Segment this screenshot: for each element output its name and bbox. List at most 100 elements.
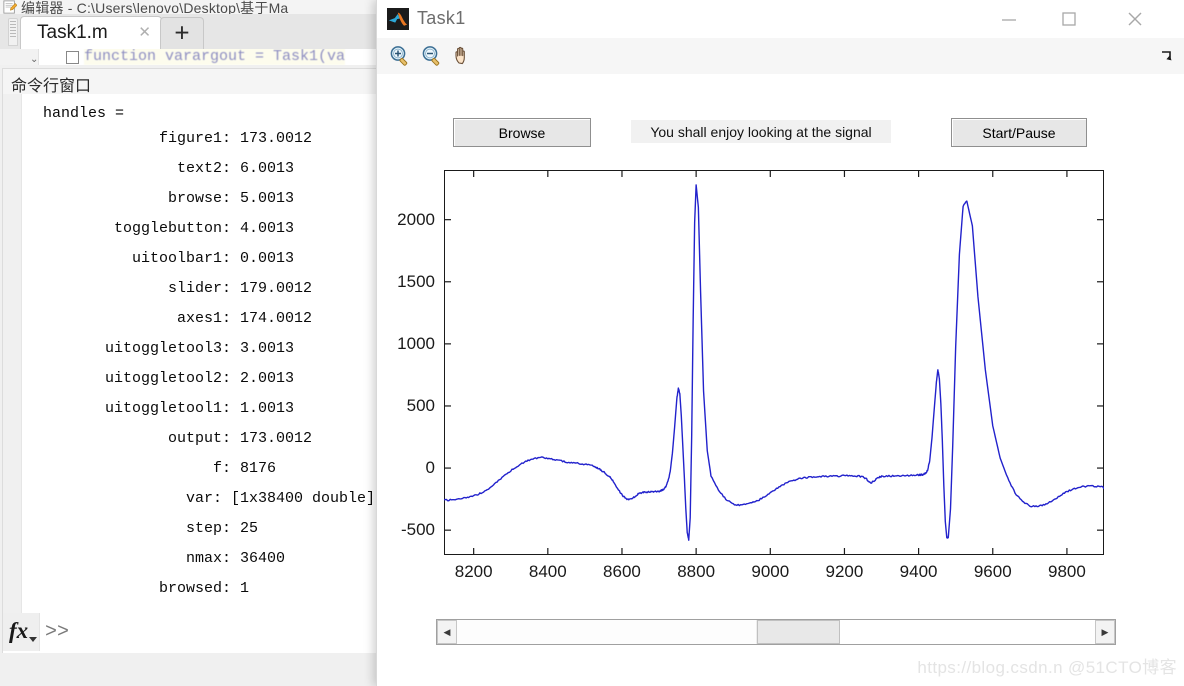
handles-field-value: 4.0013 bbox=[240, 220, 295, 237]
handles-field-value: 25 bbox=[240, 520, 259, 537]
figure-title-bar[interactable]: Task1 bbox=[377, 0, 1184, 39]
editor-document-icon bbox=[3, 0, 17, 14]
handles-field-value: 3.0013 bbox=[240, 340, 295, 357]
zoom-in-icon bbox=[390, 46, 408, 66]
handles-field-name: text2: bbox=[176, 160, 231, 177]
handles-field-name: uitoolbar1: bbox=[131, 250, 231, 267]
handles-row: uitoggletool2: 2.0013 bbox=[23, 371, 375, 401]
handles-field-name: figure1: bbox=[158, 130, 231, 147]
plus-icon: + bbox=[174, 17, 190, 48]
x-tick-label: 9200 bbox=[825, 562, 864, 581]
close-icon bbox=[1128, 12, 1142, 26]
signal-axes[interactable]: -500 0 500 1000 1500 2000 8200 8400 8600 8800 900… bbox=[397, 170, 1104, 581]
fx-button[interactable]: fx bbox=[3, 613, 40, 651]
chevron-right-icon: ▶ bbox=[1101, 626, 1109, 637]
fx-icon: fx bbox=[9, 618, 29, 643]
browse-button[interactable]: Browse bbox=[453, 118, 591, 147]
chevron-down-icon bbox=[29, 637, 37, 642]
y-tick-label: -500 bbox=[400, 520, 435, 540]
gutter-marker-icon: ⌄ bbox=[30, 54, 39, 65]
signal-trace bbox=[444, 185, 1104, 540]
watermark-text: https://blog.csdn.n @51CTO博客 bbox=[917, 658, 1177, 677]
handles-row: text2: 6.0013 bbox=[23, 161, 375, 191]
handles-row: f: 8176 bbox=[23, 461, 375, 491]
zoom-out-button[interactable] bbox=[419, 44, 445, 68]
command-window-gutter bbox=[3, 94, 22, 613]
dock-arrow-icon[interactable] bbox=[1159, 48, 1175, 64]
handles-field-name: axes1: bbox=[176, 310, 231, 327]
minimize-button[interactable] bbox=[981, 0, 1037, 38]
handles-row: figure1: 173.0012 bbox=[23, 131, 375, 161]
signal-plot bbox=[444, 170, 1104, 555]
hand-pan-icon bbox=[455, 46, 465, 65]
handles-row: step: 25 bbox=[23, 521, 375, 551]
zoom-in-button[interactable] bbox=[387, 44, 413, 68]
handles-field-value: 8176 bbox=[240, 460, 277, 477]
scrollbar-thumb[interactable] bbox=[756, 620, 840, 644]
handles-row: axes1: 174.0012 bbox=[23, 311, 375, 341]
chevron-left-icon: ◀ bbox=[443, 626, 451, 637]
handles-field-name: uitoggletool2: bbox=[104, 370, 231, 387]
command-window-output: handles = figure1: 173.0012 text2: 6.0013 br… bbox=[23, 106, 375, 611]
maximize-button[interactable] bbox=[1041, 0, 1097, 38]
handles-field-name: slider: bbox=[167, 280, 231, 297]
editor-tab-label: Task1.m bbox=[37, 22, 108, 43]
close-button[interactable] bbox=[1107, 0, 1163, 38]
x-tick-label: 8800 bbox=[677, 562, 716, 581]
handles-field-name: togglebutton: bbox=[113, 220, 231, 237]
handles-field-name: uitoggletool3: bbox=[104, 340, 231, 357]
handles-row: nmax: 36400 bbox=[23, 551, 375, 581]
matlab-logo-icon bbox=[387, 8, 409, 30]
handles-field-name: output: bbox=[167, 430, 231, 447]
handles-field-name: uitoggletool1: bbox=[104, 400, 231, 417]
handles-field-value: 36400 bbox=[240, 550, 286, 567]
handles-row: togglebutton: 4.0013 bbox=[23, 221, 375, 251]
handles-field-name: step: bbox=[185, 520, 231, 537]
output-variable-title: handles = bbox=[43, 105, 125, 122]
screen-root: 编辑器 - C:\Users\lenovo\Desktop\基于Ma Task1… bbox=[0, 0, 1184, 686]
scrollbar-right-arrow[interactable]: ▶ bbox=[1095, 620, 1115, 644]
x-tick-label: 9000 bbox=[751, 562, 790, 581]
scrollbar-track[interactable] bbox=[457, 620, 1095, 644]
command-prompt-row[interactable]: fx >> bbox=[2, 613, 380, 654]
command-window-title: 命令行窗口 bbox=[11, 78, 92, 95]
tab-strip-gripper[interactable] bbox=[8, 18, 18, 46]
handles-field-list: figure1: 173.0012 text2: 6.0013 browse: 5.001… bbox=[23, 131, 375, 611]
code-line-text: function varargout = Task1(va bbox=[84, 49, 346, 65]
handles-field-value: 2.0013 bbox=[240, 370, 295, 387]
handles-row: var: [1x38400 double] bbox=[23, 491, 375, 521]
x-tick-label: 8200 bbox=[454, 562, 493, 581]
handles-row: browse: 5.0013 bbox=[23, 191, 375, 221]
figure-window: Task1 Browse You shall enjoy looking at … bbox=[376, 0, 1184, 686]
command-window-body[interactable]: handles = figure1: 173.0012 text2: 6.0013 br… bbox=[2, 94, 380, 614]
x-tick-label: 9400 bbox=[899, 562, 938, 581]
start-pause-button[interactable]: Start/Pause bbox=[951, 118, 1087, 147]
minimize-icon bbox=[1002, 19, 1016, 21]
scrollbar-left-arrow[interactable]: ◀ bbox=[437, 620, 457, 644]
x-tick-label: 9800 bbox=[1047, 562, 1086, 581]
y-tick-label: 500 bbox=[406, 395, 435, 415]
y-tick-label: 1000 bbox=[397, 333, 435, 353]
handles-row: uitoggletool1: 1.0013 bbox=[23, 401, 375, 431]
scrollbar-filled-region bbox=[457, 620, 757, 644]
status-text-label: You shall enjoy looking at the signal bbox=[631, 120, 891, 143]
handles-field-value: 179.0012 bbox=[240, 280, 313, 297]
x-tick-label: 8400 bbox=[528, 562, 567, 581]
matlab-ide-window: 编辑器 - C:\Users\lenovo\Desktop\基于Ma Task1… bbox=[0, 0, 380, 686]
new-tab-button[interactable]: + bbox=[160, 17, 204, 50]
close-icon[interactable]: ✕ bbox=[138, 25, 151, 40]
zoom-out-icon bbox=[422, 46, 440, 66]
handles-field-value: 173.0012 bbox=[240, 430, 313, 447]
code-fold-icon[interactable] bbox=[66, 51, 79, 64]
editor-tab-task1[interactable]: Task1.m ✕ bbox=[20, 16, 162, 50]
handles-row: browsed: 1 bbox=[23, 581, 375, 611]
pan-button[interactable] bbox=[451, 44, 477, 68]
handles-field-value: [1x38400 double] bbox=[230, 490, 375, 507]
signal-scrollbar[interactable]: ◀ ▶ bbox=[436, 619, 1116, 645]
handles-field-name: browsed: bbox=[158, 580, 231, 597]
handles-row: output: 173.0012 bbox=[23, 431, 375, 461]
command-window-header: 命令行窗口 bbox=[2, 68, 380, 95]
handles-field-value: 1 bbox=[240, 580, 250, 597]
handles-field-value: 174.0012 bbox=[240, 310, 313, 327]
x-tick-label: 8600 bbox=[603, 562, 641, 581]
